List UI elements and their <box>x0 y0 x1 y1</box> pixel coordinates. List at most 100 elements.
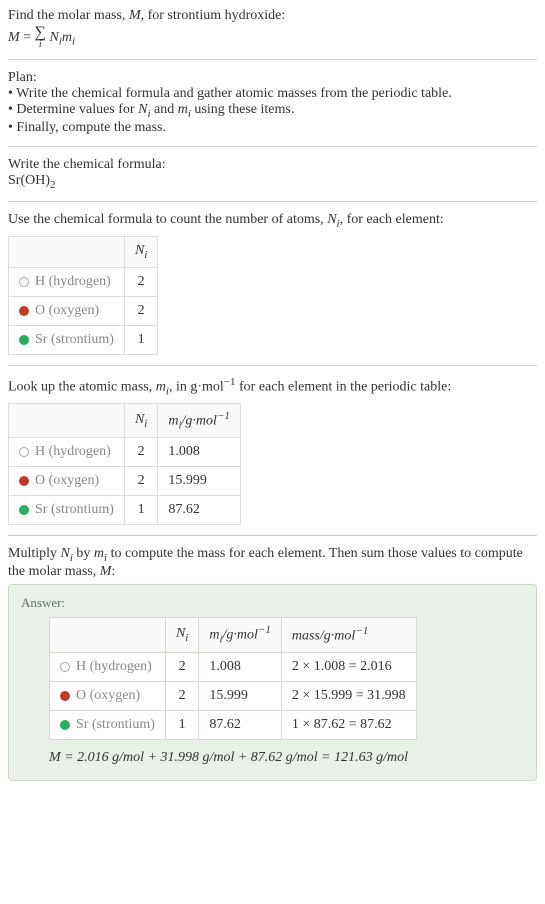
element-cell: O (oxygen) <box>50 681 166 710</box>
element-dot-icon <box>19 505 29 515</box>
element-dot-icon <box>60 720 70 730</box>
table-atomic-mass: Ni mi/g·mol−1 H (hydrogen) 2 1.008 O (ox… <box>8 403 241 525</box>
m-value: 87.62 <box>158 496 241 525</box>
table-header-N: Ni <box>165 618 198 652</box>
table-row: H (hydrogen) 2 <box>9 267 158 296</box>
n-value: 2 <box>124 438 157 467</box>
table-row: O (oxygen) 2 15.999 2 × 15.999 = 31.998 <box>50 681 417 710</box>
element-cell: Sr (strontium) <box>9 325 125 354</box>
table-answer: Ni mi/g·mol−1 mass/g·mol−1 H (hydrogen) … <box>49 617 417 739</box>
element-dot-icon <box>19 335 29 345</box>
element-cell: O (oxygen) <box>9 467 125 496</box>
n-value: 2 <box>165 652 198 681</box>
element-label: H (hydrogen) <box>76 659 152 675</box>
plan2-mid: and <box>151 102 178 117</box>
element-cell: Sr (strontium) <box>9 496 125 525</box>
chemical-formula: Sr(OH)2 <box>8 173 537 191</box>
answer-final-equation: M = 2.016 g/mol + 31.998 g/mol + 87.62 g… <box>49 750 524 766</box>
plan2-pre: Determine values for <box>16 102 138 117</box>
final-eq: = 2.016 g/mol + 31.998 g/mol + 87.62 g/m… <box>61 750 408 765</box>
element-label: O (oxygen) <box>35 473 99 489</box>
intro-text-post: , for strontium hydroxide: <box>141 8 286 23</box>
divider <box>8 201 537 202</box>
table-header-m: mi/g·mol−1 <box>158 404 241 438</box>
step-c-section: Look up the atomic mass, mi, in g·mol−1 … <box>8 376 537 397</box>
element-cell: O (oxygen) <box>9 296 125 325</box>
divider <box>8 535 537 536</box>
table-header-blank <box>9 404 125 438</box>
eq-N: N <box>49 30 58 45</box>
step-d-pre: Multiply <box>8 546 61 561</box>
plan-section: Plan: Write the chemical formula and gat… <box>8 70 537 136</box>
table-header-blank <box>9 236 125 267</box>
element-label: Sr (strontium) <box>35 502 114 518</box>
step-c-post: for each element in the periodic table: <box>236 379 452 394</box>
plan2-post: using these items. <box>191 102 294 117</box>
m-value: 1.008 <box>158 438 241 467</box>
table-row: O (oxygen) 2 15.999 <box>9 467 241 496</box>
plan-item-3: Finally, compute the mass. <box>8 120 537 136</box>
sigma-symbol: ∑ <box>35 26 46 40</box>
table-header-blank <box>50 618 166 652</box>
element-cell: H (hydrogen) <box>9 438 125 467</box>
step-d-N: N <box>61 546 70 561</box>
step-c-pre: Look up the atomic mass, <box>8 379 156 394</box>
step-b-post: , for each element: <box>340 212 444 227</box>
eq-m: m <box>62 30 72 45</box>
table-header-m: mi/g·mol−1 <box>199 618 282 652</box>
table-row: Ni mi/g·mol−1 mass/g·mol−1 <box>50 618 417 652</box>
mass-value: 1 × 87.62 = 87.62 <box>281 710 416 739</box>
divider <box>8 59 537 60</box>
table-row: Sr (strontium) 1 87.62 <box>9 496 241 525</box>
step-b-N: N <box>327 212 336 227</box>
element-cell: H (hydrogen) <box>50 652 166 681</box>
m-value: 15.999 <box>158 467 241 496</box>
intro-equation: M = ∑ i Nimi <box>8 26 537 49</box>
divider <box>8 365 537 366</box>
step-c-exp: −1 <box>224 376 236 388</box>
n-value: 2 <box>124 467 157 496</box>
eq-mi: i <box>72 36 75 48</box>
plan-list: Write the chemical formula and gather at… <box>8 86 537 136</box>
table-header-N: Ni <box>124 236 157 267</box>
n-value: 1 <box>124 325 157 354</box>
eq-equals: = <box>23 30 34 45</box>
table-header-N: Ni <box>124 404 157 438</box>
n-value: 1 <box>165 710 198 739</box>
n-value: 2 <box>165 681 198 710</box>
table-row: O (oxygen) 2 <box>9 296 158 325</box>
element-label: O (oxygen) <box>35 303 99 319</box>
divider <box>8 146 537 147</box>
m-value: 87.62 <box>199 710 282 739</box>
n-value: 2 <box>124 296 157 325</box>
element-label: O (oxygen) <box>76 688 140 704</box>
mass-value: 2 × 1.008 = 2.016 <box>281 652 416 681</box>
step-c-m: m <box>156 379 166 394</box>
step-d-m: m <box>94 546 104 561</box>
formula-main: Sr(OH) <box>8 173 50 188</box>
element-dot-icon <box>19 476 29 486</box>
answer-box: Answer: Ni mi/g·mol−1 mass/g·mol−1 H (hy… <box>8 584 537 780</box>
element-dot-icon <box>19 277 29 287</box>
intro-var-M: M <box>129 8 141 23</box>
element-dot-icon <box>19 447 29 457</box>
table-header-mass: mass/g·mol−1 <box>281 618 416 652</box>
formula-sub: 2 <box>50 179 56 191</box>
element-label: H (hydrogen) <box>35 274 111 290</box>
step-a-section: Write the chemical formula: Sr(OH)2 <box>8 157 537 191</box>
n-value: 2 <box>124 267 157 296</box>
eq-M: M <box>8 30 20 45</box>
element-label: H (hydrogen) <box>35 444 111 460</box>
plan-item-1: Write the chemical formula and gather at… <box>8 86 537 102</box>
plan2-m: m <box>178 102 188 117</box>
intro-section: Find the molar mass, M, for strontium hy… <box>8 8 537 49</box>
step-d-by: by <box>73 546 94 561</box>
element-label: Sr (strontium) <box>35 332 114 348</box>
final-M: M <box>49 750 61 765</box>
step-d-post: : <box>111 564 115 579</box>
step-b-pre: Use the chemical formula to count the nu… <box>8 212 327 227</box>
element-dot-icon <box>60 691 70 701</box>
step-b-section: Use the chemical formula to count the nu… <box>8 212 537 230</box>
element-cell: H (hydrogen) <box>9 267 125 296</box>
plan-title: Plan: <box>8 70 537 86</box>
